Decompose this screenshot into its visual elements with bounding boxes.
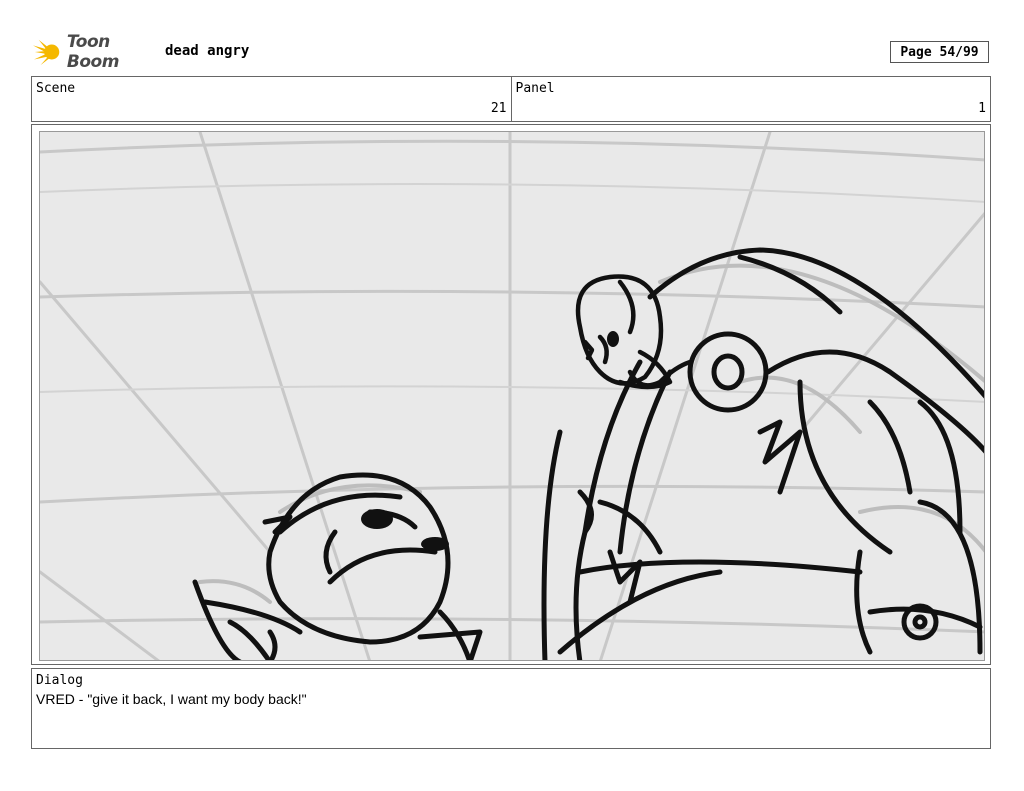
sun-icon xyxy=(33,39,60,66)
page-number: Page 54/99 xyxy=(890,41,989,63)
scene-panel-info: Scene 21 Panel 1 xyxy=(31,76,991,122)
dialog-label: Dialog xyxy=(36,673,83,688)
dialog-box: Dialog VRED - "give it back, I want my b… xyxy=(31,668,991,749)
project-title: dead angry xyxy=(165,43,250,59)
panel-cell: Panel 1 xyxy=(510,77,991,121)
panel-value: 1 xyxy=(978,101,986,116)
panel-sketch xyxy=(39,131,985,661)
sketch-drawing xyxy=(40,132,984,660)
brand-name: Toon Boom xyxy=(66,32,120,72)
toon-boom-logo: Toon Boom xyxy=(33,32,161,72)
panel-label: Panel xyxy=(515,81,555,96)
dialog-text: VRED - "give it back, I want my body bac… xyxy=(36,691,307,707)
storyboard-panel xyxy=(31,124,991,665)
scene-label: Scene xyxy=(36,81,76,96)
scene-value: 21 xyxy=(490,101,507,116)
scene-cell: Scene 21 xyxy=(32,77,511,121)
